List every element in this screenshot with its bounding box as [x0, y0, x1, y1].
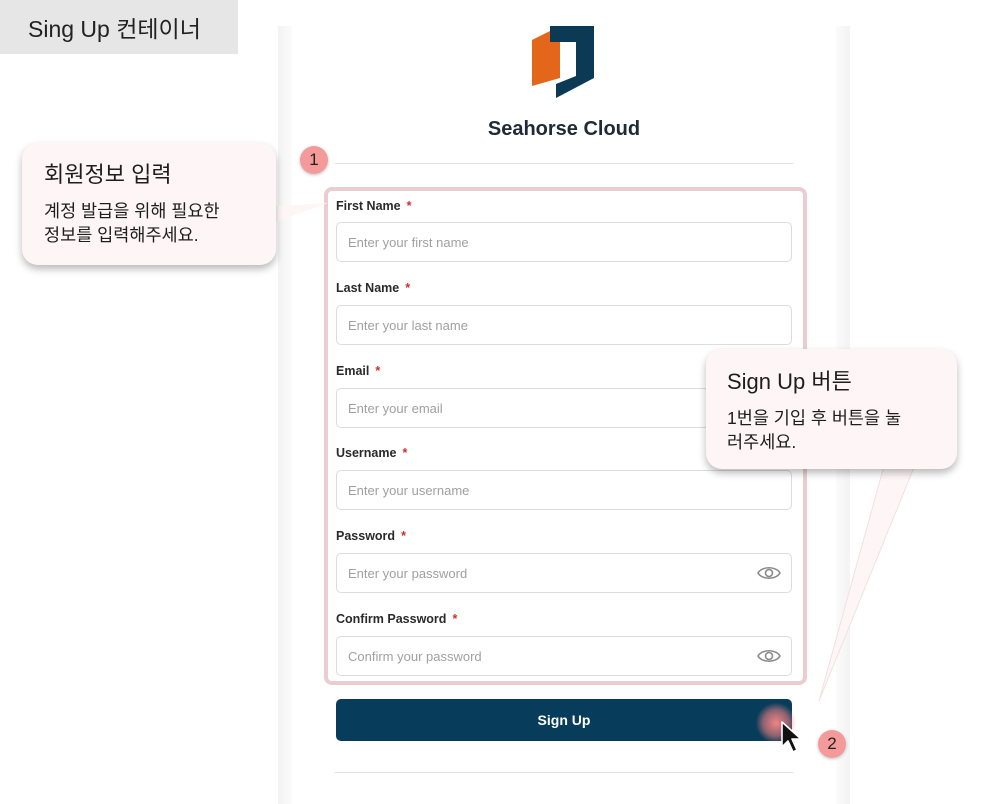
callout-2-title: Sign Up 버튼: [727, 369, 852, 394]
callout-1-line-2: 정보를 입력해주세요.: [44, 225, 199, 245]
username-label: Username *: [336, 446, 408, 460]
last-name-label: Last Name *: [336, 281, 411, 295]
divider-bottom: [335, 772, 793, 773]
callout-2-line-1: 1번을 기입 후 버튼을 눌: [727, 408, 902, 428]
step-badge-1: 1: [300, 146, 328, 174]
tutorial-screenshot: Sing Up 컨테이너 Seahorse Cloud First Name * …: [0, 0, 982, 804]
password-visibility-eye-icon[interactable]: [757, 565, 781, 581]
username-input[interactable]: [336, 470, 792, 510]
required-mark: *: [405, 281, 411, 295]
seahorse-cloud-logo-icon: [532, 26, 594, 98]
password-label: Password *: [336, 529, 406, 543]
confirm-password-visibility-eye-icon[interactable]: [757, 648, 781, 664]
first-name-input[interactable]: [336, 222, 792, 262]
password-input[interactable]: [336, 553, 792, 593]
brand-name: Seahorse Cloud: [487, 118, 641, 140]
section-tag: Sing Up 컨테이너: [0, 0, 238, 54]
required-mark: *: [375, 364, 381, 378]
callout-2-line-2: 러주세요.: [727, 432, 797, 452]
email-label: Email *: [336, 364, 381, 378]
mouse-pointer-icon: [781, 721, 802, 753]
first-name-label: First Name *: [336, 199, 412, 213]
confirm-password-label: Confirm Password *: [336, 612, 458, 626]
confirm-password-input[interactable]: [336, 636, 792, 676]
callout-member-info: 회원정보 입력 계정 발급을 위해 필요한 정보를 입력해주세요.: [22, 143, 276, 265]
panel-shadow-left: [278, 26, 292, 804]
required-mark: *: [452, 612, 458, 626]
callout-2-body: 1번을 기입 후 버튼을 눌 러주세요.: [727, 406, 947, 454]
required-mark: *: [402, 446, 408, 460]
callout-2-tail: [818, 455, 920, 702]
step-badge-2: 2: [818, 730, 846, 758]
last-name-input[interactable]: [336, 305, 792, 345]
callout-sign-up-button: Sign Up 버튼 1번을 기입 후 버튼을 눌 러주세요.: [706, 349, 957, 469]
required-mark: *: [406, 199, 412, 213]
sign-up-button[interactable]: Sign Up: [336, 699, 792, 741]
callout-1-title: 회원정보 입력: [44, 162, 172, 187]
callout-1-body: 계정 발급을 위해 필요한 정보를 입력해주세요.: [44, 199, 264, 247]
callout-1-line-1: 계정 발급을 위해 필요한: [44, 201, 220, 221]
divider-top: [335, 163, 793, 164]
required-mark: *: [401, 529, 406, 543]
